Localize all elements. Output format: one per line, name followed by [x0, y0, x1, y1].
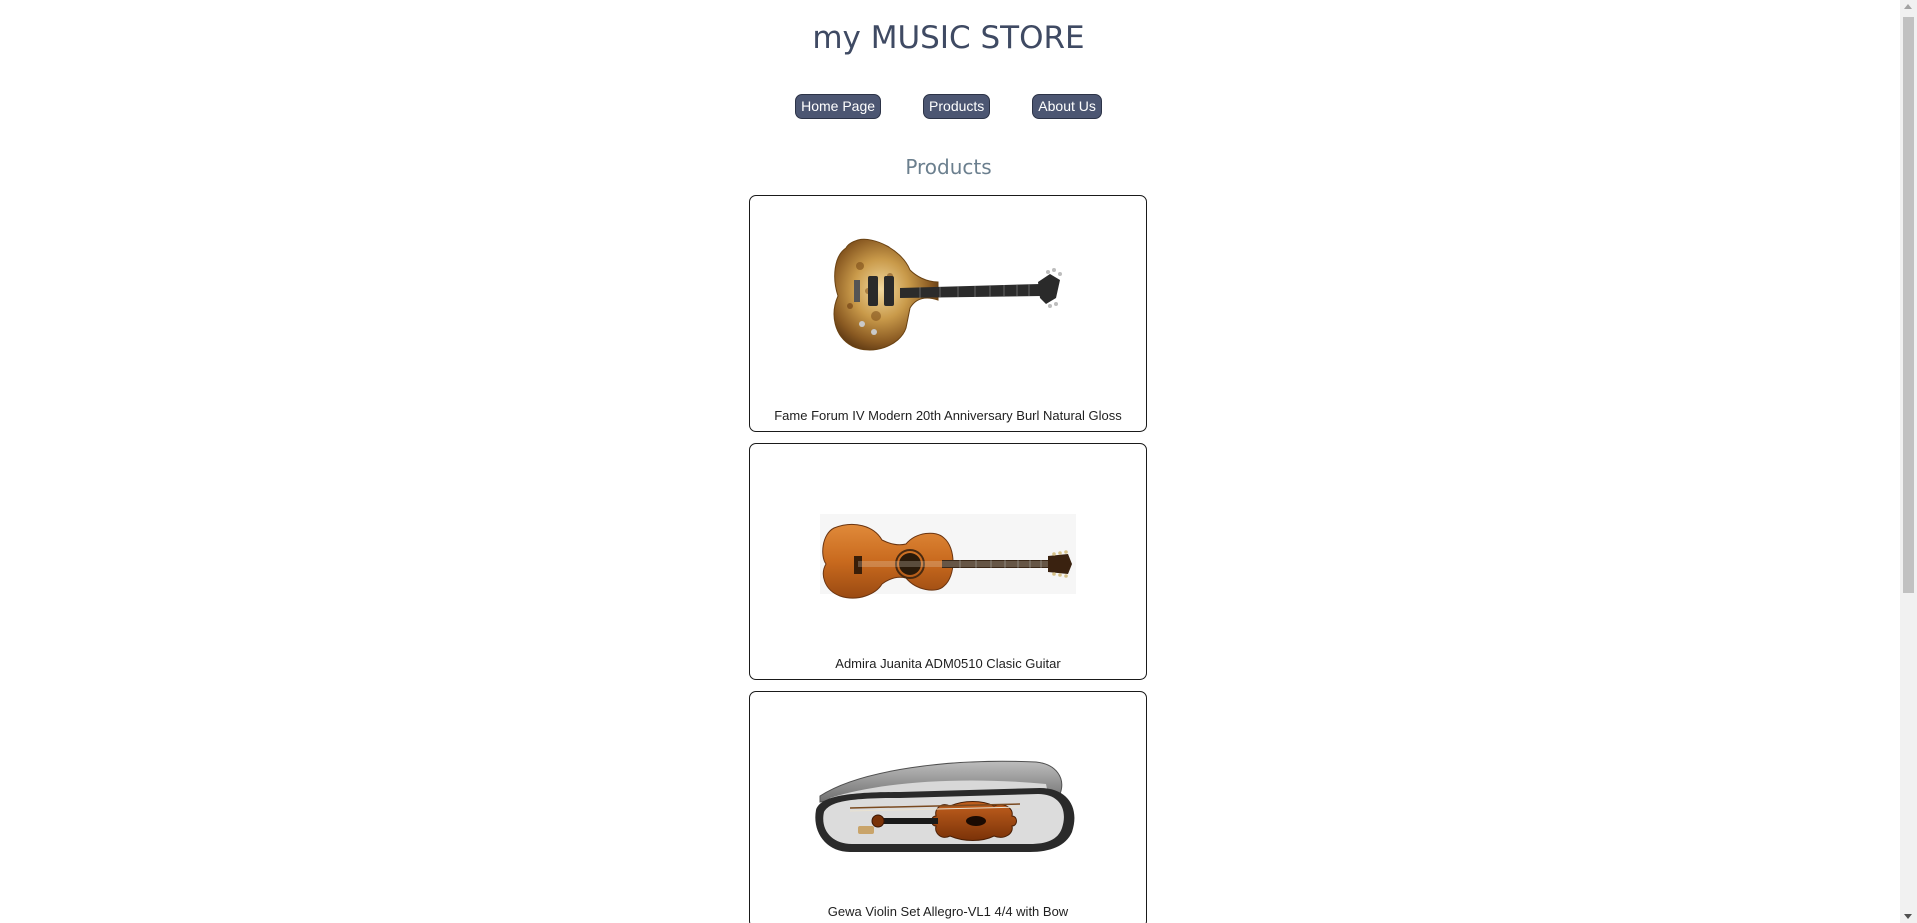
product-card[interactable]: Admira Juanita ADM0510 Clasic Guitar: [749, 443, 1147, 680]
electric-guitar-image: [750, 196, 1146, 396]
product-card[interactable]: Gewa Violin Set Allegro-VL1 4/4 with Bow: [749, 691, 1147, 923]
nav-products-button[interactable]: Products: [923, 94, 991, 119]
classical-guitar-image: [750, 444, 1146, 644]
scroll-down-arrow-icon[interactable]: [1904, 914, 1912, 919]
product-card[interactable]: Fame Forum IV Modern 20th Anniversary Bu…: [749, 195, 1147, 432]
section-title: Products: [905, 155, 992, 179]
violin-case-image: [750, 692, 1146, 892]
page: my MUSIC STORE Home Page Products About …: [0, 0, 1900, 923]
site-title: my MUSIC STORE: [812, 20, 1085, 56]
scroll-up-arrow-icon[interactable]: [1904, 4, 1912, 9]
vertical-scrollbar[interactable]: [1900, 0, 1917, 923]
nav-about-button[interactable]: About Us: [1032, 94, 1102, 119]
product-name: Gewa Violin Set Allegro-VL1 4/4 with Bow: [827, 904, 1069, 919]
product-name: Fame Forum IV Modern 20th Anniversary Bu…: [774, 408, 1122, 423]
nav-home-button[interactable]: Home Page: [795, 94, 882, 119]
scroll-thumb[interactable]: [1903, 17, 1914, 593]
main-nav: Home Page Products About Us: [0, 94, 1897, 119]
product-name: Admira Juanita ADM0510 Clasic Guitar: [835, 656, 1061, 671]
